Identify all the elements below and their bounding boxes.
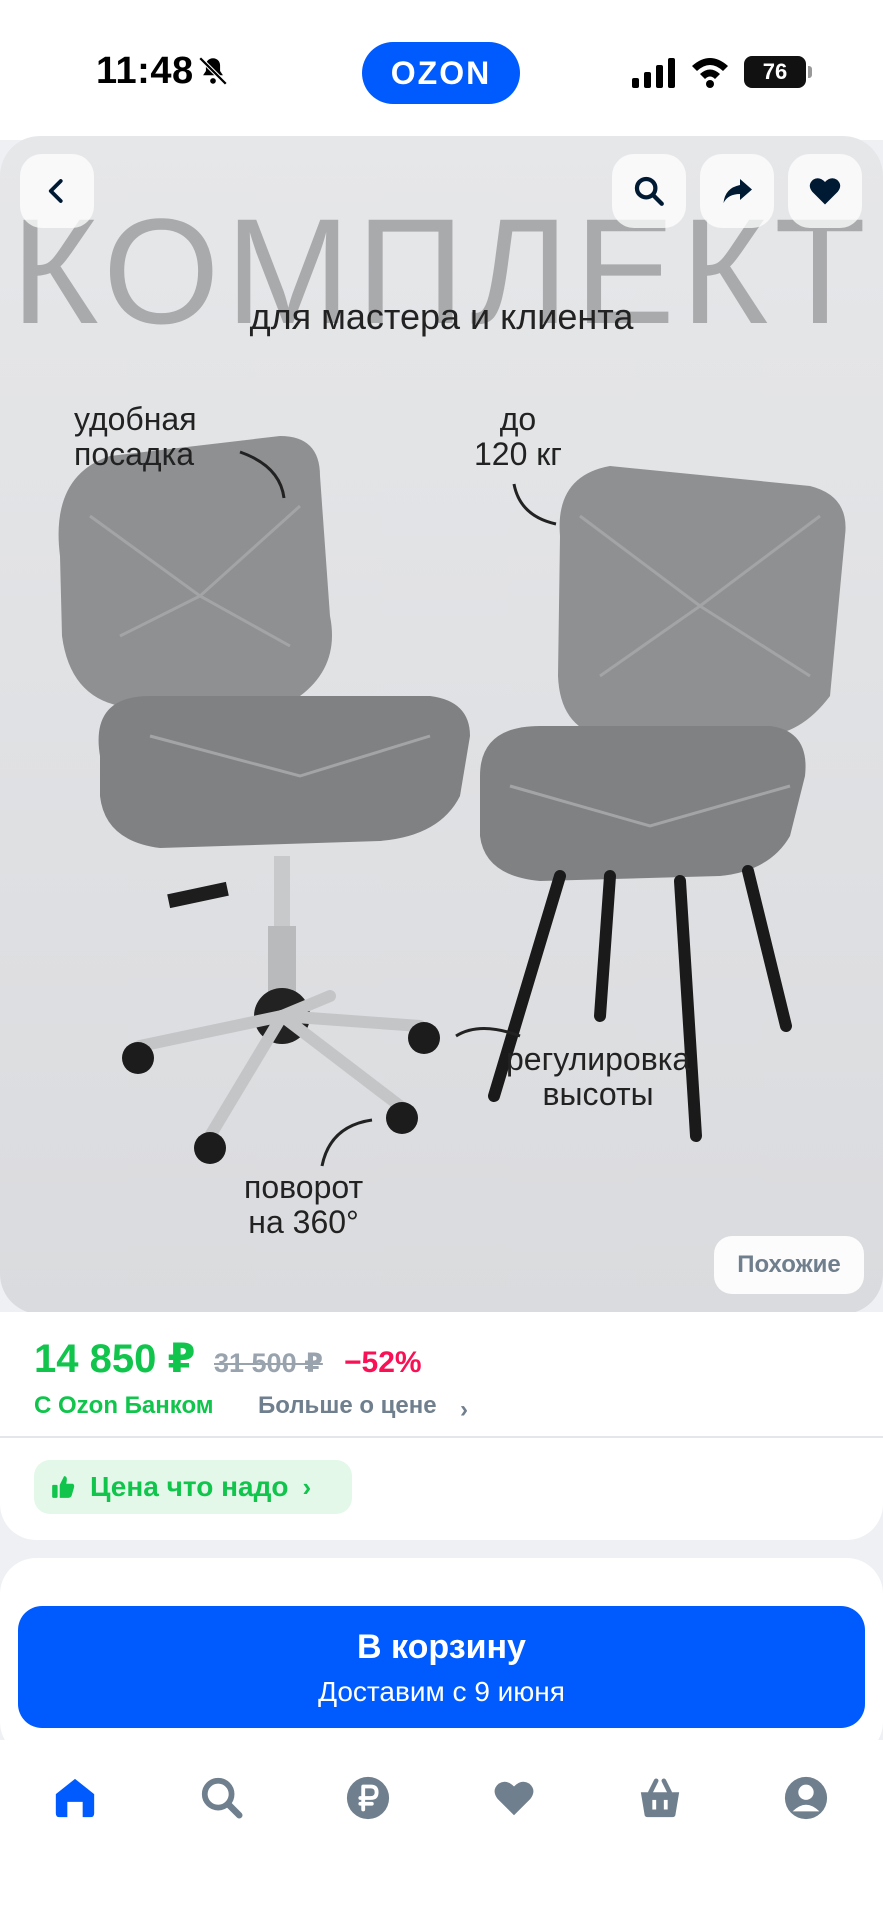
back-icon	[48, 179, 63, 203]
favorite-button[interactable]	[788, 154, 862, 228]
chevron-right-icon: ›	[302, 1471, 312, 1502]
price-card: 14 850 ₽ 31 500 ₽ −52% С Ozon Банком Бол…	[0, 1312, 883, 1540]
nav-profile[interactable]	[776, 1768, 836, 1828]
nav-home[interactable]	[45, 1768, 105, 1828]
cart-icon	[640, 1778, 680, 1818]
nav-finance[interactable]	[338, 1768, 398, 1828]
annotation-comfortable-seat: удобная посадка	[74, 401, 197, 473]
add-to-cart-label: В корзину	[357, 1628, 526, 1666]
share-icon	[723, 179, 752, 203]
image-subtitle: для мастера и клиента	[249, 296, 634, 337]
silent-bell-icon	[198, 56, 228, 86]
chevron-right-icon: ›	[460, 1396, 468, 1423]
ruble-icon	[346, 1776, 390, 1820]
good-price-badge[interactable]: Цена что надо ›	[34, 1460, 352, 1514]
delivery-date-label: Доставим с 9 июня	[318, 1676, 565, 1707]
annotation-height-adjust: регулировка высоты	[506, 1041, 691, 1113]
price-old: 31 500 ₽	[214, 1348, 323, 1378]
profile-icon	[784, 1776, 828, 1820]
cellular-signal-icon	[632, 58, 675, 88]
similar-button[interactable]: Похожие	[714, 1236, 864, 1294]
back-button[interactable]	[20, 154, 94, 228]
good-price-label: Цена что надо	[90, 1471, 289, 1502]
home-icon	[55, 1778, 95, 1818]
price-current: 14 850 ₽	[34, 1337, 196, 1381]
search-button[interactable]	[612, 154, 686, 228]
annotation-max-load: до 120 кг	[474, 401, 562, 473]
divider	[0, 1436, 883, 1438]
favorites-icon	[494, 1781, 534, 1816]
nav-search[interactable]	[192, 1768, 252, 1828]
status-bar: 11:48 OZON 76	[0, 0, 883, 140]
ozon-bank-price-label[interactable]: С Ozon Банком	[34, 1392, 214, 1420]
nav-cart[interactable]	[630, 1768, 690, 1828]
nav-favorites[interactable]	[484, 1768, 544, 1828]
thumbs-up-icon	[52, 1476, 75, 1498]
search-icon	[201, 1777, 243, 1819]
wifi-icon	[692, 58, 728, 88]
product-image-gallery[interactable]: КОМПЛЕКТ для мастера и клиента удобная п…	[0, 136, 883, 1314]
battery-indicator: 76	[744, 56, 812, 88]
heart-icon	[809, 178, 841, 205]
bottom-navigation	[0, 1740, 883, 1920]
ozon-logo: OZON	[362, 42, 520, 104]
more-about-price-link[interactable]: Больше о цене	[258, 1392, 437, 1420]
share-button[interactable]	[700, 154, 774, 228]
search-icon	[634, 176, 664, 206]
status-time: 11:48	[96, 50, 194, 92]
price-discount: −52%	[344, 1346, 422, 1379]
add-to-cart-button[interactable]: В корзину Доставим с 9 июня	[18, 1606, 865, 1728]
annotation-rotation: поворот на 360°	[244, 1169, 364, 1241]
